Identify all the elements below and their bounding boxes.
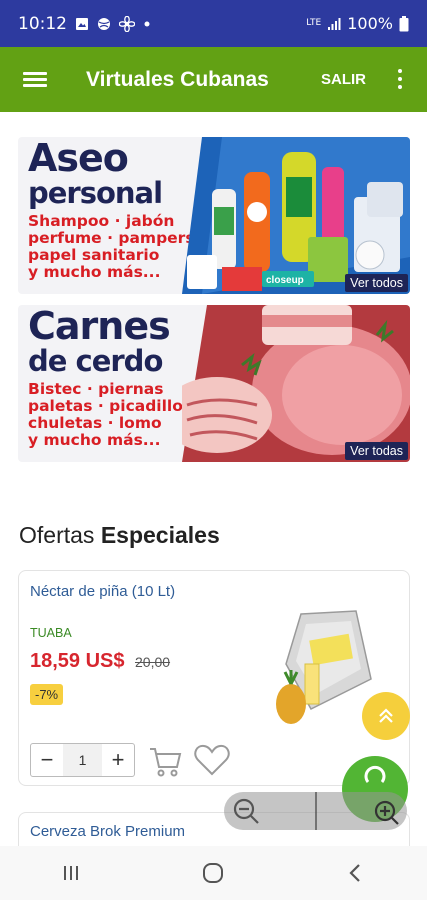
- app-bar: Virtuales Cubanas SALIR: [0, 47, 427, 112]
- zoom-out-icon[interactable]: [232, 797, 260, 825]
- banner-headline: Carnes de cerdo: [28, 305, 171, 378]
- image-icon: [76, 17, 88, 30]
- discount-badge: -7%: [30, 684, 64, 705]
- logout-button[interactable]: SALIR: [321, 71, 366, 88]
- favorite-heart-icon[interactable]: [193, 743, 231, 777]
- banner-title-line2: personal: [28, 176, 163, 210]
- product-old-price: 20,00: [135, 654, 171, 670]
- product-image[interactable]: [271, 609, 376, 729]
- ball-icon: [98, 17, 110, 30]
- banner-description: Bistec · piernas paletas · picadillo chu…: [28, 381, 183, 449]
- status-bar: 10:12 LTE 100%: [0, 0, 427, 47]
- app-title: Virtuales Cubanas: [86, 67, 269, 91]
- banner-desc-line: y mucho más...: [28, 263, 161, 281]
- banner-title-line1: Aseo: [28, 137, 129, 180]
- overflow-menu-icon[interactable]: [398, 69, 402, 89]
- quantity-value[interactable]: 1: [63, 744, 102, 776]
- decrease-button[interactable]: −: [31, 744, 63, 776]
- hygiene-products-image: closeup: [182, 137, 410, 294]
- zoom-divider: [314, 792, 317, 830]
- product-brand: TUABA: [30, 626, 72, 640]
- refresh-icon: [364, 765, 386, 783]
- ver-todos-button[interactable]: Ver todos: [345, 274, 408, 292]
- banner-desc-line: Shampoo · jabón: [28, 212, 175, 230]
- status-time: 10:12: [18, 13, 67, 34]
- banner-desc-line: Bistec · piernas: [28, 380, 164, 398]
- product-name[interactable]: Cerveza Brok Premium: [30, 823, 185, 840]
- back-icon[interactable]: [344, 861, 368, 885]
- fan-icon: [119, 15, 135, 32]
- section-title-light: Ofertas: [19, 522, 95, 548]
- scroll-to-top-button[interactable]: [362, 692, 410, 740]
- banner-aseo-personal[interactable]: Aseo personal Shampoo · jabón perfume · …: [18, 137, 410, 294]
- hamburger-menu-icon[interactable]: [0, 47, 70, 112]
- closeup-label: closeup: [266, 275, 304, 286]
- recent-apps-icon[interactable]: [59, 861, 83, 885]
- banner-description: Shampoo · jabón perfume · pampers papel …: [28, 213, 195, 281]
- banner-desc-line: chuletas · lomo: [28, 414, 162, 432]
- product-price: 18,59 US$: [30, 650, 125, 672]
- section-title: Ofertas Especiales: [19, 522, 220, 549]
- status-right: LTE 100%: [306, 14, 409, 33]
- banner-title-line1: Carnes: [28, 305, 171, 348]
- home-icon[interactable]: [201, 861, 225, 885]
- banner-desc-line: y mucho más...: [28, 431, 161, 449]
- dot-icon: [144, 21, 150, 26]
- banner-title-line2: de cerdo: [28, 344, 163, 378]
- signal-icon: [328, 17, 341, 30]
- add-to-cart-icon[interactable]: [147, 743, 183, 779]
- double-chevron-up-icon: [379, 708, 393, 723]
- pork-meat-image: [182, 305, 410, 462]
- lte-icon: LTE: [306, 18, 322, 28]
- banner-desc-line: perfume · pampers: [28, 229, 195, 247]
- section-title-bold: Especiales: [100, 522, 220, 548]
- battery-icon: [399, 15, 409, 31]
- banner-desc-line: paletas · picadillo: [28, 397, 183, 415]
- zoom-controls[interactable]: [224, 792, 407, 830]
- product-card[interactable]: Néctar de piña (10 Lt) TUABA 18,59 US$ 2…: [18, 570, 410, 786]
- system-nav-bar: [0, 846, 427, 900]
- product-name[interactable]: Néctar de piña (10 Lt): [30, 583, 175, 600]
- battery-percent: 100%: [347, 14, 393, 33]
- ver-todas-button[interactable]: Ver todas: [345, 442, 408, 460]
- banner-carnes-de-cerdo[interactable]: Carnes de cerdo Bistec · piernas paletas…: [18, 305, 410, 462]
- status-notification-icons: [75, 15, 151, 32]
- zoom-in-icon[interactable]: [371, 797, 399, 825]
- banner-desc-line: papel sanitario: [28, 246, 160, 264]
- increase-button[interactable]: +: [102, 744, 134, 776]
- quantity-stepper[interactable]: − 1 +: [30, 743, 135, 777]
- banner-headline: Aseo personal: [28, 137, 163, 210]
